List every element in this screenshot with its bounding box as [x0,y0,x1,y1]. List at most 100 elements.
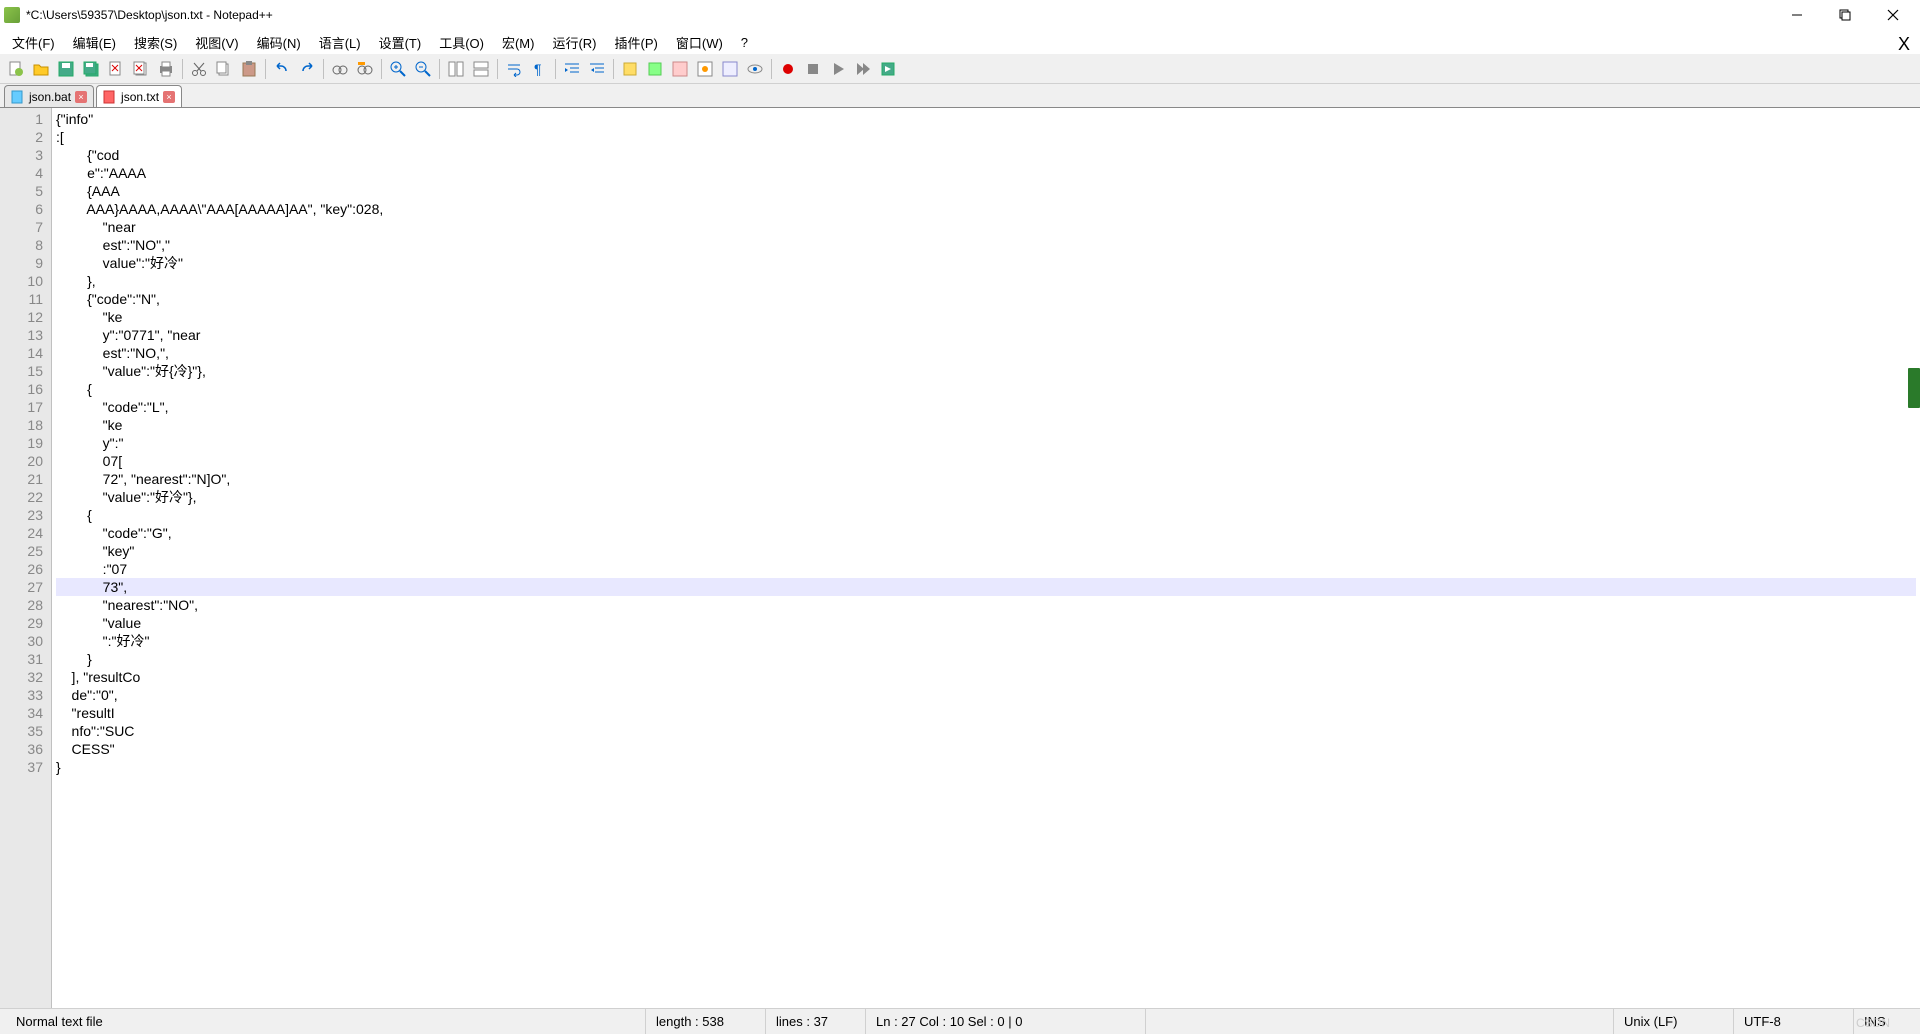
code-line[interactable]: ":"好冷" [56,632,1916,650]
code-line[interactable]: { [56,380,1916,398]
menu-plugins[interactable]: 插件(P) [607,31,666,54]
code-line[interactable]: est":"NO"," [56,236,1916,254]
code-line[interactable]: 72", "nearest":"N]O", [56,470,1916,488]
outdent-button[interactable] [585,57,609,81]
menu-run[interactable]: 运行(R) [544,31,604,54]
code-line[interactable]: {"cod [56,146,1916,164]
code-line[interactable]: :"07 [56,560,1916,578]
paste-button[interactable] [237,57,261,81]
play-multi-button[interactable] [851,57,875,81]
save-all-button[interactable] [79,57,103,81]
menu-help[interactable]: ? [733,33,756,52]
new-file-button[interactable] [4,57,28,81]
tab-json-txt[interactable]: json.txt × [96,85,182,107]
play-macro-button[interactable] [826,57,850,81]
code-line[interactable]: "resultI [56,704,1916,722]
menu-search[interactable]: 搜索(S) [126,31,185,54]
doc-map-button[interactable] [693,57,717,81]
code-line[interactable]: {AAA [56,182,1916,200]
code-line[interactable]: 73", [56,578,1916,596]
menu-tools[interactable]: 工具(O) [431,31,492,54]
close-all-button[interactable] [129,57,153,81]
code-line[interactable]: "code":"L", [56,398,1916,416]
function-list-button[interactable] [668,57,692,81]
tab-close-button[interactable]: × [75,91,87,103]
unfold-button[interactable] [643,57,667,81]
tabbar: json.bat × json.txt × [0,84,1920,108]
record-macro-button[interactable] [776,57,800,81]
code-line[interactable]: }, [56,272,1916,290]
print-button[interactable] [154,57,178,81]
secondary-close-button[interactable]: X [1898,34,1910,55]
menu-view[interactable]: 视图(V) [187,31,246,54]
wordwrap-button[interactable] [502,57,526,81]
code-line[interactable]: "value [56,614,1916,632]
menu-macro[interactable]: 宏(M) [494,31,543,54]
code-line[interactable]: "ke [56,308,1916,326]
code-line[interactable]: {"code":"N", [56,290,1916,308]
open-file-button[interactable] [29,57,53,81]
code-line[interactable]: } [56,758,1916,776]
scroll-thumb[interactable] [1908,368,1920,408]
menu-edit[interactable]: 编辑(E) [65,31,124,54]
code-line[interactable]: "nearest":"NO", [56,596,1916,614]
maximize-button[interactable] [1822,0,1868,30]
save-macro-button[interactable] [876,57,900,81]
cut-button[interactable] [187,57,211,81]
monitoring-button[interactable] [743,57,767,81]
code-line[interactable]: AAA}AAAA,AAAA\"AAA[AAAAA]AA", "key":028, [56,200,1916,218]
find-button[interactable] [328,57,352,81]
code-line[interactable]: "near [56,218,1916,236]
code-line[interactable]: } [56,650,1916,668]
code-line[interactable]: "value":"好{冷}"}, [56,362,1916,380]
menu-encoding[interactable]: 编码(N) [249,31,309,54]
statusbar: Normal text file length : 538 lines : 37… [0,1008,1920,1034]
doc-switcher-button[interactable] [718,57,742,81]
tab-close-button[interactable]: × [163,91,175,103]
sync-h-button[interactable] [469,57,493,81]
copy-button[interactable] [212,57,236,81]
code-line[interactable]: {"info" [56,110,1916,128]
menu-settings[interactable]: 设置(T) [371,31,430,54]
menu-language[interactable]: 语言(L) [311,31,369,54]
menu-file[interactable]: 文件(F) [4,31,63,54]
code-line[interactable]: CESS" [56,740,1916,758]
code-line[interactable]: 07[ [56,452,1916,470]
editor[interactable]: 1234567891011121314151617181920212223242… [0,108,1920,1008]
code-line[interactable]: de":"0", [56,686,1916,704]
zoom-out-button[interactable] [411,57,435,81]
status-lines: lines : 37 [766,1009,866,1034]
code-line[interactable]: "ke [56,416,1916,434]
clipboard-icon [241,61,257,77]
fold-button[interactable] [618,57,642,81]
code-line[interactable]: est":"NO,", [56,344,1916,362]
code-line[interactable]: nfo":"SUC [56,722,1916,740]
undo-button[interactable] [270,57,294,81]
code-line[interactable]: y":"0771", "near [56,326,1916,344]
code-line[interactable]: "key" [56,542,1916,560]
close-file-button[interactable] [104,57,128,81]
code-line[interactable]: "value":"好冷"}, [56,488,1916,506]
code-line[interactable]: ], "resultCo [56,668,1916,686]
zoom-in-button[interactable] [386,57,410,81]
minimize-button[interactable] [1774,0,1820,30]
menu-window[interactable]: 窗口(W) [668,31,731,54]
replace-button[interactable] [353,57,377,81]
code-column[interactable]: {"info":[ {"cod e":"AAAA {AAA AAA}AAAA,A… [52,108,1920,1008]
code-line[interactable]: :[ [56,128,1916,146]
show-all-chars-button[interactable]: ¶ [527,57,551,81]
code-line[interactable]: "code":"G", [56,524,1916,542]
titlebar: *C:\Users\59357\Desktop\json.txt - Notep… [0,0,1920,30]
tab-json-bat[interactable]: json.bat × [4,85,94,107]
close-button[interactable] [1870,0,1916,30]
code-line[interactable]: { [56,506,1916,524]
save-button[interactable] [54,57,78,81]
code-line[interactable]: value":"好冷" [56,254,1916,272]
code-line[interactable]: e":"AAAA [56,164,1916,182]
indent-button[interactable] [560,57,584,81]
redo-button[interactable] [295,57,319,81]
code-line[interactable]: y":" [56,434,1916,452]
stop-macro-button[interactable] [801,57,825,81]
map-icon [697,61,713,77]
sync-v-button[interactable] [444,57,468,81]
